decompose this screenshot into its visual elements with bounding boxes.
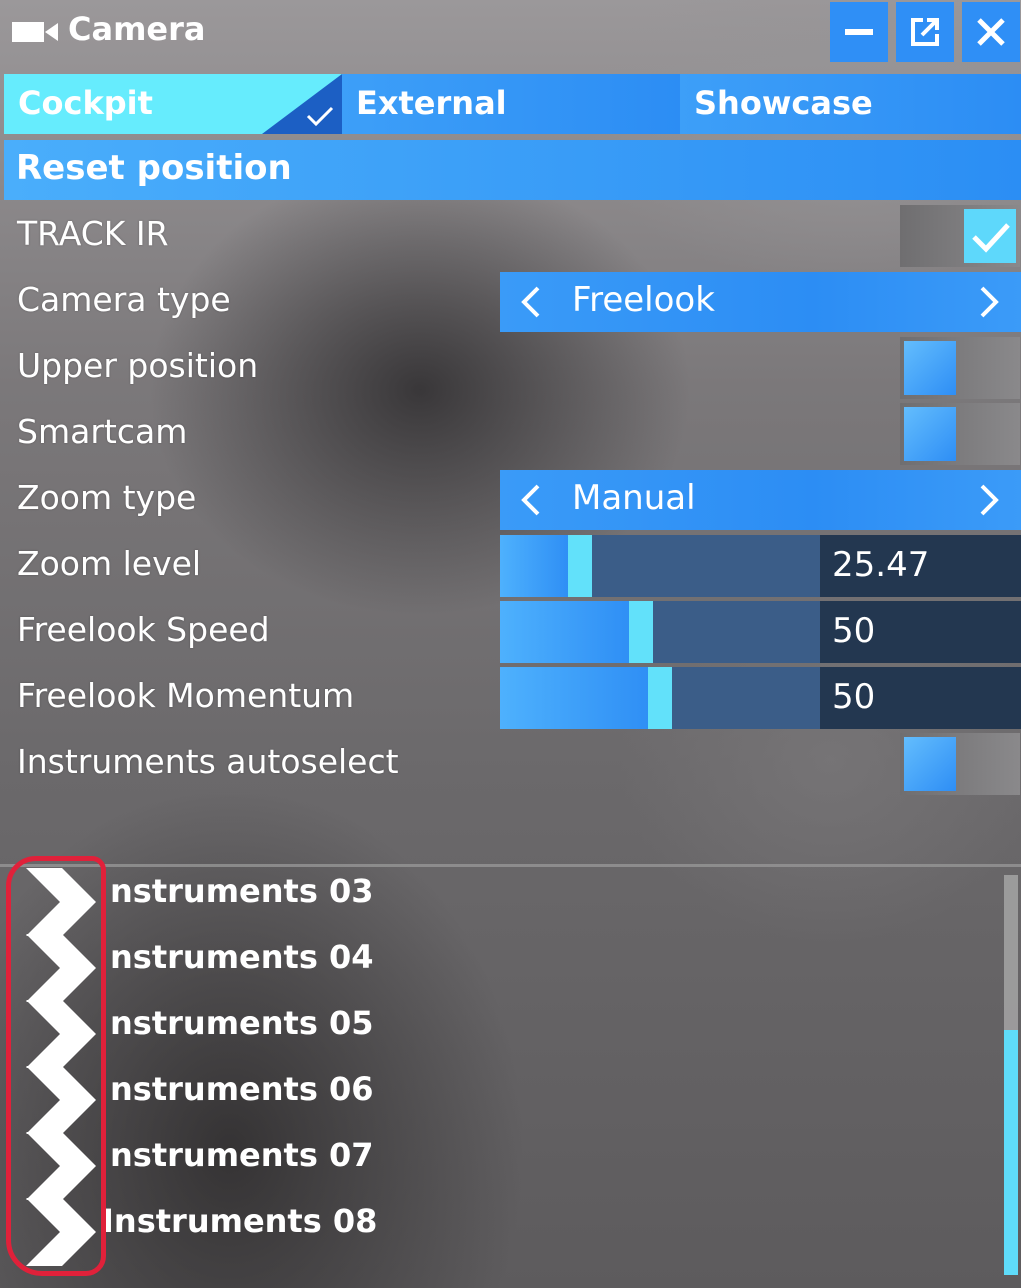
slider-value-box[interactable]: 50	[820, 601, 1021, 663]
list-item[interactable]: nstruments 03	[0, 868, 1000, 936]
video-camera-icon	[12, 22, 58, 42]
freelook-speed-value: 50	[832, 611, 876, 651]
freelook-speed-slider[interactable]: 50	[500, 601, 1021, 663]
checkmark-icon	[972, 223, 1010, 253]
window-title: Camera	[68, 10, 206, 48]
chevron-right-icon[interactable]	[22, 996, 100, 1068]
list-item[interactable]: nstruments 05	[0, 1000, 1000, 1068]
section-divider	[0, 864, 1021, 867]
chevron-right-icon[interactable]	[22, 864, 100, 936]
slider-fill	[500, 667, 648, 729]
popout-button[interactable]	[896, 2, 954, 62]
toggle-knob	[904, 737, 956, 791]
toggle-knob	[964, 209, 1016, 263]
toggle-knob	[904, 407, 956, 461]
freelook-momentum-value: 50	[832, 677, 876, 717]
smartcam-label: Smartcam	[17, 412, 188, 451]
title-bar: Camera	[0, 0, 1021, 64]
list-item[interactable]: nstruments 07	[0, 1132, 1000, 1200]
checkmark-icon	[262, 74, 342, 134]
chevron-right-icon[interactable]	[978, 286, 1002, 318]
camera-type-value: Freelook	[572, 280, 715, 320]
freelook-speed-label: Freelook Speed	[17, 610, 270, 649]
upper-position-toggle[interactable]	[900, 337, 1020, 399]
chevron-right-icon[interactable]	[22, 1062, 100, 1134]
chevron-left-icon[interactable]	[518, 484, 542, 516]
instrument-label: nstruments 04	[110, 938, 374, 976]
scrollbar-thumb[interactable]	[1004, 1030, 1018, 1275]
instrument-label: nstruments 03	[110, 872, 374, 910]
instruments-autoselect-toggle[interactable]	[900, 733, 1020, 795]
chevron-right-icon[interactable]	[22, 1194, 100, 1266]
slider-thumb[interactable]	[568, 535, 592, 597]
zoom-level-label: Zoom level	[17, 544, 202, 583]
zoom-level-value: 25.47	[832, 545, 930, 585]
tab-label: External	[356, 84, 507, 122]
instrument-label: nstruments 05	[110, 1004, 374, 1042]
minimize-button[interactable]	[830, 2, 888, 62]
tab-label: Cockpit	[18, 84, 153, 122]
minimize-icon	[845, 29, 873, 35]
list-item[interactable]: nstruments 06	[0, 1066, 1000, 1134]
list-item[interactable]: Instruments 08	[0, 1198, 1000, 1266]
tab-cockpit[interactable]: Cockpit	[4, 74, 342, 134]
zoom-type-value: Manual	[572, 478, 696, 518]
zoom-type-label: Zoom type	[17, 478, 197, 517]
zoom-type-selector[interactable]: Manual	[500, 470, 1021, 530]
popout-icon	[911, 18, 939, 46]
slider-fill	[500, 535, 568, 597]
camera-type-selector[interactable]: Freelook	[500, 272, 1021, 332]
slider-value-box[interactable]: 50	[820, 667, 1021, 729]
track-ir-toggle[interactable]	[900, 205, 1020, 267]
reset-label: Reset position	[16, 148, 292, 188]
camera-type-label: Camera type	[17, 280, 231, 319]
slider-thumb[interactable]	[648, 667, 672, 729]
zoom-level-slider[interactable]: 25.47	[500, 535, 1021, 597]
list-item[interactable]: nstruments 04	[0, 934, 1000, 1002]
chevron-right-icon[interactable]	[22, 930, 100, 1002]
chevron-right-icon[interactable]	[978, 484, 1002, 516]
slider-thumb[interactable]	[629, 601, 653, 663]
chevron-left-icon[interactable]	[518, 286, 542, 318]
close-button[interactable]	[962, 2, 1020, 62]
smartcam-toggle[interactable]	[900, 403, 1020, 465]
instruments-autoselect-label: Instruments autoselect	[17, 742, 399, 781]
toggle-knob	[904, 341, 956, 395]
chevron-right-icon[interactable]	[22, 1128, 100, 1200]
slider-fill	[500, 601, 629, 663]
tab-external[interactable]: External	[342, 74, 680, 134]
upper-position-label: Upper position	[17, 346, 259, 385]
reset-position-button[interactable]: Reset position	[4, 140, 1021, 200]
close-icon	[977, 18, 1005, 46]
track-ir-label: TRACK IR	[17, 214, 169, 253]
instrument-label: nstruments 06	[110, 1070, 374, 1108]
tab-showcase[interactable]: Showcase	[680, 74, 1021, 134]
freelook-momentum-slider[interactable]: 50	[500, 667, 1021, 729]
freelook-momentum-label: Freelook Momentum	[17, 676, 355, 715]
tab-label: Showcase	[694, 84, 873, 122]
instrument-label: Instruments 08	[102, 1202, 378, 1240]
slider-value-box[interactable]: 25.47	[820, 535, 1021, 597]
instrument-label: nstruments 07	[110, 1136, 374, 1174]
